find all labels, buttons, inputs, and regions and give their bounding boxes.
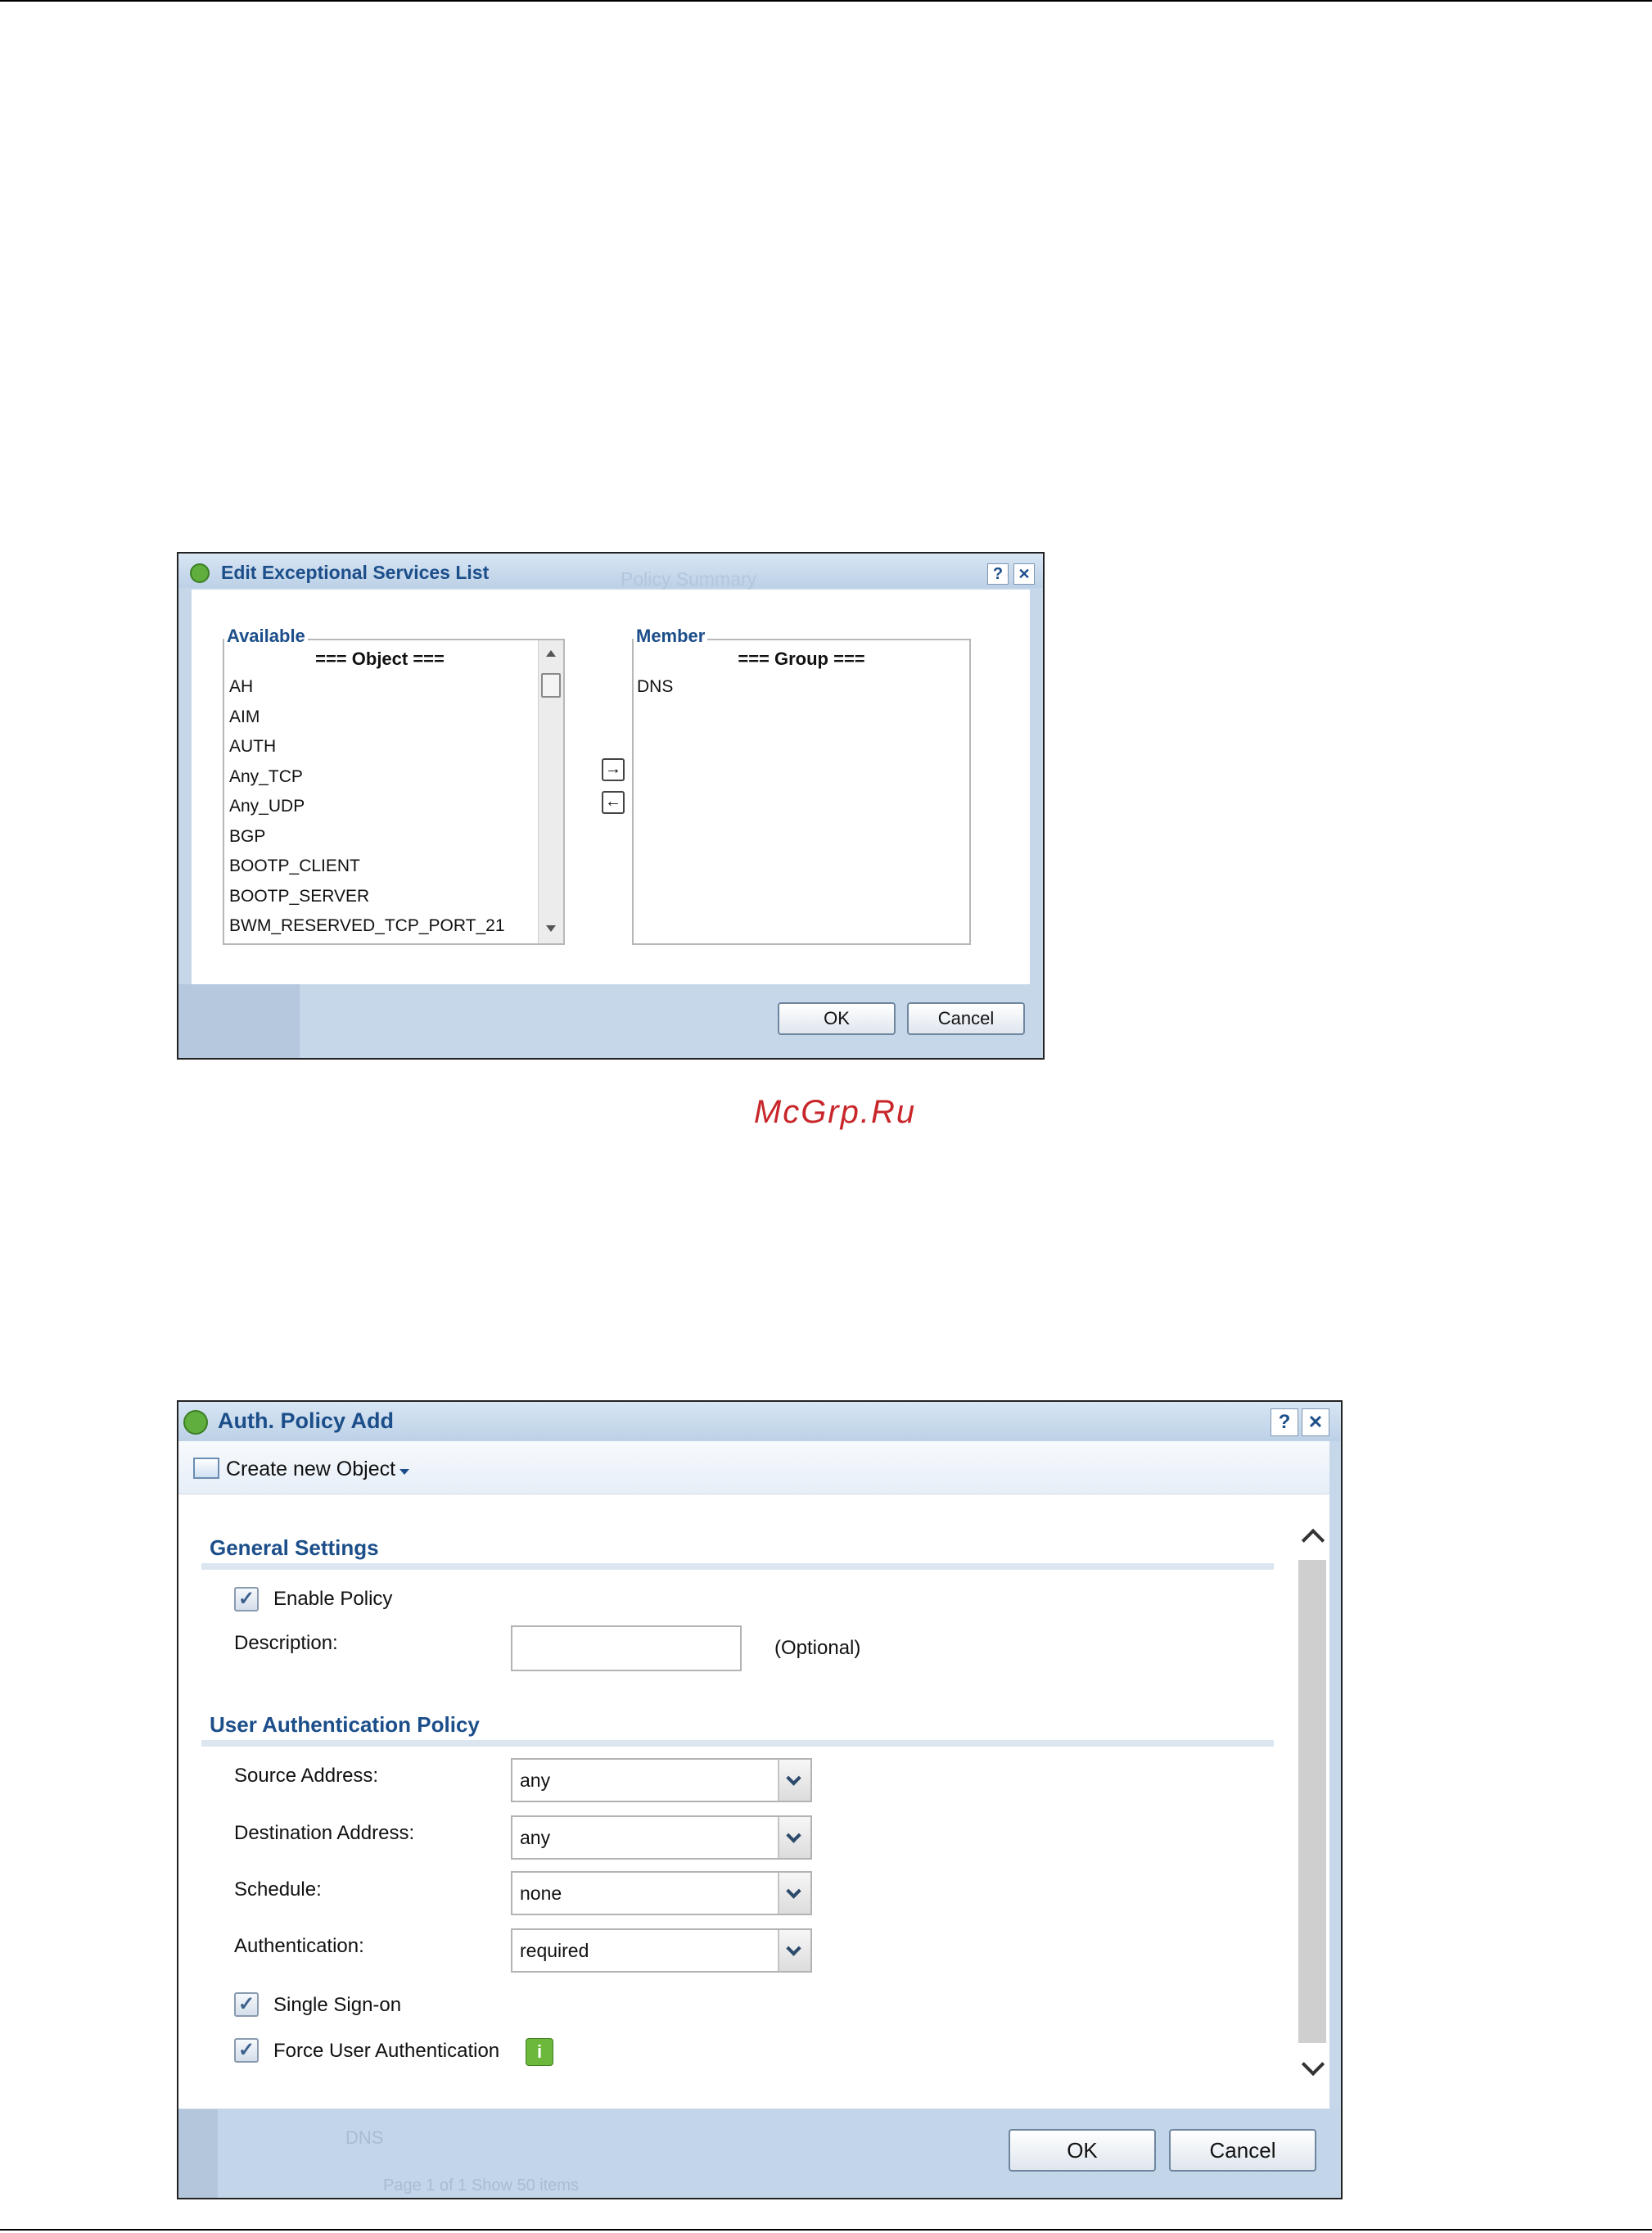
chevron-down-icon[interactable] bbox=[778, 1817, 810, 1858]
list-item[interactable]: AH bbox=[229, 677, 253, 697]
source-address-value: any bbox=[520, 1770, 551, 1791]
scroll-down-icon[interactable] bbox=[546, 925, 556, 932]
enable-policy-checkbox[interactable]: ✓ bbox=[234, 1587, 259, 1611]
help-button[interactable]: ? bbox=[1271, 1408, 1298, 1436]
schedule-value: none bbox=[520, 1883, 562, 1904]
section-divider bbox=[201, 1740, 1274, 1747]
dialog-footer-shade bbox=[178, 984, 300, 1058]
list-item[interactable]: BWM_RESERVED_TCP_PORT_21 bbox=[229, 916, 505, 936]
single-sign-on-checkbox[interactable]: ✓ bbox=[234, 1992, 259, 2017]
move-right-button[interactable]: → bbox=[602, 758, 625, 781]
schedule-select[interactable]: none bbox=[511, 1871, 812, 1915]
destination-address-value: any bbox=[520, 1827, 551, 1848]
top-rule bbox=[0, 0, 1652, 2]
scroll-thumb[interactable] bbox=[541, 673, 561, 698]
watermark-text: McGrp.Ru bbox=[753, 1094, 917, 1130]
source-address-select[interactable]: any bbox=[511, 1758, 812, 1802]
scroll-up-icon[interactable] bbox=[1301, 1528, 1325, 1553]
ok-button[interactable]: OK bbox=[778, 1002, 896, 1035]
list-item[interactable]: Any_TCP bbox=[229, 767, 303, 787]
edit-exceptional-services-dialog: Edit Exceptional Services List Policy Su… bbox=[177, 552, 1045, 1060]
optional-hint: (Optional) bbox=[774, 1637, 861, 1659]
bottom-rule bbox=[0, 2229, 1652, 2231]
ghost-pager-text: Page 1 of 1 Show 50 items bbox=[383, 2176, 580, 2195]
toolbar: Create new Object bbox=[178, 1441, 1329, 1494]
available-scrollbar[interactable] bbox=[538, 640, 563, 943]
force-user-auth-checkbox[interactable]: ✓ bbox=[234, 2038, 259, 2063]
ghost-dns-text: DNS bbox=[345, 2127, 384, 2148]
dialog-title-bar[interactable]: Auth. Policy Add ? ✕ bbox=[178, 1402, 1341, 1441]
dialog-title: Edit Exceptional Services List bbox=[221, 562, 490, 583]
enable-policy-label: Enable Policy bbox=[273, 1588, 393, 1610]
list-item[interactable]: BOOTP_SERVER bbox=[229, 887, 369, 906]
force-user-auth-label: Force User Authentication bbox=[273, 2040, 500, 2062]
destination-address-label: Destination Address: bbox=[234, 1822, 415, 1844]
user-auth-policy-heading: User Authentication Policy bbox=[210, 1712, 480, 1737]
list-item[interactable]: BOOTP_CLIENT bbox=[229, 857, 360, 876]
authentication-select[interactable]: required bbox=[511, 1928, 812, 1973]
chevron-down-icon[interactable] bbox=[778, 1930, 810, 1971]
description-label: Description: bbox=[234, 1632, 338, 1654]
available-list[interactable]: === Object === AH AIM AUTH Any_TCP Any_U… bbox=[223, 639, 565, 945]
dialog-content: === Object === AH AIM AUTH Any_TCP Any_U… bbox=[192, 590, 1030, 984]
scroll-track[interactable] bbox=[1298, 1560, 1326, 2043]
vertical-scrollbar[interactable] bbox=[1297, 1494, 1329, 2109]
section-divider bbox=[201, 1563, 1274, 1570]
add-circle-icon bbox=[183, 1410, 208, 1435]
auth-policy-add-dialog: Auth. Policy Add ? ✕ Create new Object G… bbox=[177, 1400, 1343, 2199]
dialog-title-ghost: Policy Summary bbox=[621, 568, 757, 590]
footer-shade bbox=[178, 2109, 218, 2198]
list-item[interactable]: AUTH bbox=[229, 737, 276, 757]
cancel-button[interactable]: Cancel bbox=[1169, 2129, 1316, 2172]
close-button[interactable]: ✕ bbox=[1302, 1408, 1329, 1436]
authentication-value: required bbox=[520, 1940, 589, 1961]
available-list-header: === Object === bbox=[315, 649, 445, 669]
create-object-icon bbox=[193, 1458, 219, 1479]
authentication-label: Authentication: bbox=[234, 1935, 364, 1957]
schedule-label: Schedule: bbox=[234, 1878, 322, 1901]
info-icon[interactable]: i bbox=[526, 2038, 553, 2066]
list-item[interactable]: DNS bbox=[637, 677, 673, 697]
dialog-footer: DNS Page 1 of 1 Show 50 items OK Cancel bbox=[178, 2109, 1341, 2198]
dialog-content: General Settings ✓ Enable Policy Descrip… bbox=[178, 1494, 1297, 2109]
add-circle-icon bbox=[190, 563, 210, 583]
list-item[interactable]: BGP bbox=[229, 827, 265, 847]
list-item[interactable]: Any_UDP bbox=[229, 797, 305, 816]
close-button[interactable]: ✕ bbox=[1013, 563, 1035, 585]
member-legend: Member bbox=[634, 626, 708, 647]
help-button[interactable]: ? bbox=[987, 563, 1009, 585]
list-item[interactable]: AIM bbox=[229, 707, 260, 727]
member-list[interactable]: === Group === DNS bbox=[632, 639, 971, 945]
single-sign-on-label: Single Sign-on bbox=[273, 1994, 402, 2016]
source-address-label: Source Address: bbox=[234, 1765, 379, 1787]
cancel-button[interactable]: Cancel bbox=[907, 1002, 1025, 1035]
chevron-down-icon[interactable] bbox=[778, 1873, 810, 1914]
member-list-header: === Group === bbox=[738, 649, 865, 669]
move-left-button[interactable]: ← bbox=[602, 791, 625, 814]
dialog-title: Auth. Policy Add bbox=[218, 1408, 394, 1433]
ok-button[interactable]: OK bbox=[1009, 2129, 1156, 2172]
scroll-down-icon[interactable] bbox=[1301, 2052, 1325, 2077]
available-legend: Available bbox=[224, 626, 308, 647]
scroll-up-icon[interactable] bbox=[546, 650, 556, 657]
dropdown-arrow-icon[interactable] bbox=[399, 1469, 409, 1475]
dialog-title-bar[interactable]: Edit Exceptional Services List Policy Su… bbox=[178, 554, 1043, 590]
create-object-menu[interactable]: Create new Object bbox=[226, 1458, 395, 1481]
description-input[interactable] bbox=[511, 1625, 742, 1671]
chevron-down-icon[interactable] bbox=[778, 1760, 810, 1801]
destination-address-select[interactable]: any bbox=[511, 1815, 812, 1860]
general-settings-heading: General Settings bbox=[210, 1535, 379, 1560]
